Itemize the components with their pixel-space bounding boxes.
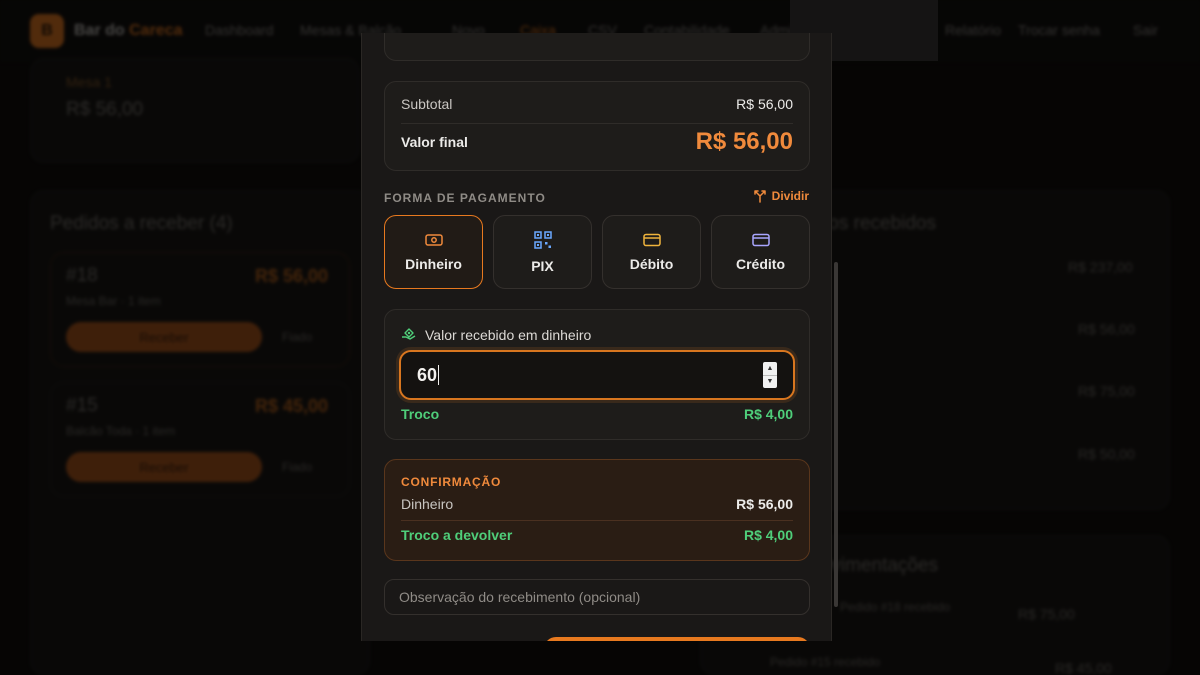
text-caret xyxy=(438,365,440,385)
confirm-method-value: R$ 56,00 xyxy=(736,496,793,512)
cash-icon xyxy=(424,233,443,246)
subtotal-label: Subtotal xyxy=(401,96,453,112)
order-items-card xyxy=(384,33,810,61)
modal-scrollbar[interactable] xyxy=(834,262,838,607)
confirm-method-label: Dinheiro xyxy=(401,496,454,512)
final-value-label: Valor final xyxy=(401,134,468,150)
card-icon xyxy=(751,233,770,246)
divider xyxy=(401,520,793,521)
observation-placeholder: Observação do recebimento (opcional) xyxy=(399,589,641,605)
change-label: Troco xyxy=(401,406,440,422)
money-hand-icon xyxy=(402,328,416,340)
confirmation-card: CONFIRMAÇÃO Dinheiro R$ 56,00 Troco a de… xyxy=(384,459,810,561)
method-pix[interactable]: PIX xyxy=(493,215,592,289)
cash-received-title: Valor recebido em dinheiro xyxy=(401,327,591,343)
split-button[interactable]: Dividir xyxy=(753,189,809,203)
method-label: Dinheiro xyxy=(405,255,462,272)
confirmation-title: CONFIRMAÇÃO xyxy=(401,475,502,489)
payment-section-title: FORMA DE PAGAMENTO xyxy=(384,191,546,205)
split-label: Dividir xyxy=(771,189,809,203)
method-label: PIX xyxy=(531,257,554,274)
method-debito[interactable]: Débito xyxy=(602,215,701,289)
method-dinheiro[interactable]: Dinheiro xyxy=(384,215,483,289)
payment-modal: Subtotal R$ 56,00 Valor final R$ 56,00 F… xyxy=(361,33,832,641)
change-value: R$ 4,00 xyxy=(743,406,793,422)
final-value: R$ 56,00 xyxy=(695,128,793,155)
spinner-down-icon[interactable]: ▼ xyxy=(763,374,777,389)
number-spinner[interactable]: ▲ ▼ xyxy=(763,362,777,388)
method-label: Crédito xyxy=(736,255,785,272)
confirm-change-label: Troco a devolver xyxy=(401,527,513,543)
qr-code-icon xyxy=(533,230,552,249)
method-credito[interactable]: Crédito xyxy=(711,215,810,289)
split-icon xyxy=(753,190,766,203)
spinner-up-icon[interactable]: ▲ xyxy=(763,362,777,375)
subtotal-value: R$ 56,00 xyxy=(736,96,793,112)
confirm-change-value: R$ 4,00 xyxy=(743,527,793,543)
cash-received-card: Valor recebido em dinheiro 60 ▲ ▼ Troco … xyxy=(384,309,810,440)
confirm-receive-button[interactable] xyxy=(544,637,810,641)
cash-amount-input[interactable]: 60 ▲ ▼ xyxy=(399,350,795,400)
divider xyxy=(401,123,793,124)
method-label: Débito xyxy=(629,255,674,272)
summary-card: Subtotal R$ 56,00 Valor final R$ 56,00 xyxy=(384,81,810,171)
observation-input[interactable]: Observação do recebimento (opcional) xyxy=(384,579,810,615)
card-icon xyxy=(642,233,661,246)
